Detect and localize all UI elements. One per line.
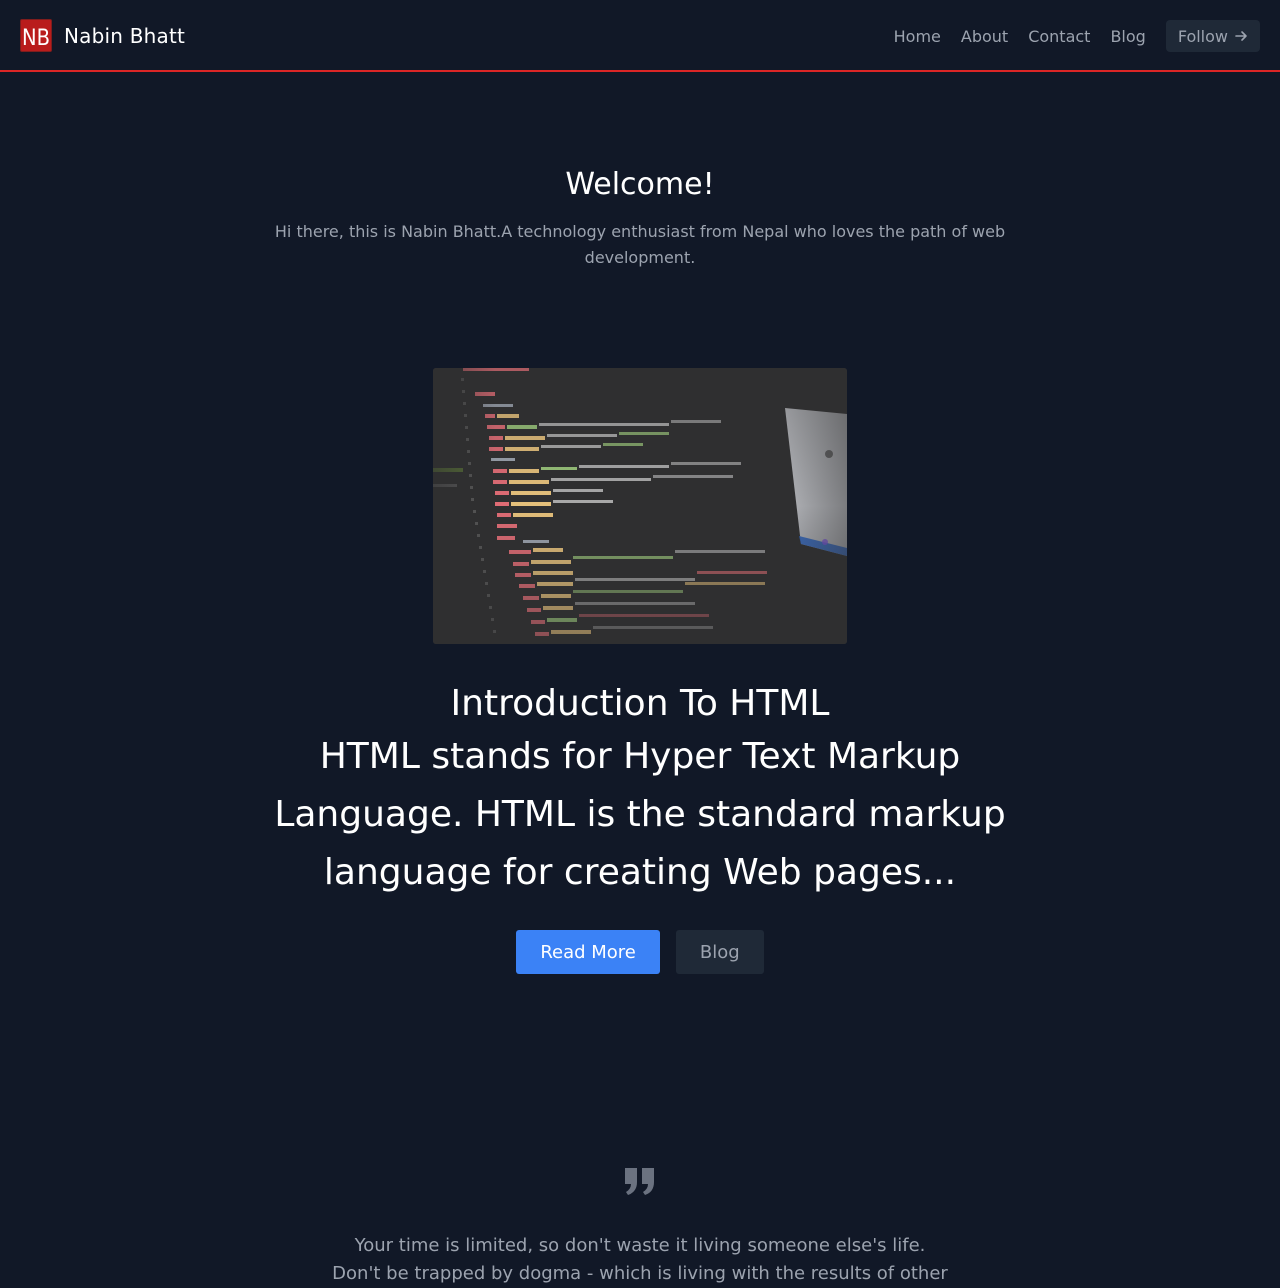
article-title: Introduction To HTML bbox=[450, 683, 830, 724]
quote-icon bbox=[623, 1166, 657, 1196]
read-more-button[interactable]: Read More bbox=[516, 930, 660, 974]
main-nav: Home About Contact Blog Follow bbox=[894, 20, 1260, 52]
arrow-right-icon bbox=[1234, 29, 1248, 43]
nav-contact[interactable]: Contact bbox=[1028, 27, 1090, 46]
quote-line-1: Your time is limited, so don't waste it … bbox=[354, 1235, 926, 1256]
brand-name[interactable]: Nabin Bhatt bbox=[64, 24, 185, 48]
article-summary: HTML stands for Hyper Text Markup Langua… bbox=[274, 736, 1006, 893]
welcome-title: Welcome! bbox=[565, 167, 715, 202]
brand[interactable]: NB Nabin Bhatt bbox=[20, 19, 185, 52]
follow-button[interactable]: Follow bbox=[1165, 20, 1260, 52]
code-screenshot-image bbox=[433, 368, 847, 644]
follow-label: Follow bbox=[1177, 26, 1228, 46]
blog-button[interactable]: Blog bbox=[675, 930, 764, 974]
nav-about[interactable]: About bbox=[961, 27, 1008, 46]
featured-article: Introduction To HTML HTML stands for Hyp… bbox=[0, 680, 1280, 902]
hero-image bbox=[433, 368, 847, 644]
site-header: NB Nabin Bhatt Home About Contact Blog F… bbox=[0, 0, 1280, 72]
article-actions: Read More Blog bbox=[0, 930, 1280, 974]
nb-logo-icon: NB bbox=[22, 26, 50, 50]
brand-logo[interactable]: NB bbox=[20, 19, 52, 52]
logo-text: NB bbox=[22, 26, 50, 50]
welcome-section: Welcome! Hi there, this is Nabin Bhatt.A… bbox=[0, 165, 1280, 271]
nav-blog[interactable]: Blog bbox=[1110, 27, 1145, 46]
quote-line-2: Don't be trapped by dogma - which is liv… bbox=[332, 1263, 948, 1284]
welcome-subtitle: Hi there, this is Nabin Bhatt.A technolo… bbox=[274, 222, 1006, 267]
nav-home[interactable]: Home bbox=[894, 27, 941, 46]
